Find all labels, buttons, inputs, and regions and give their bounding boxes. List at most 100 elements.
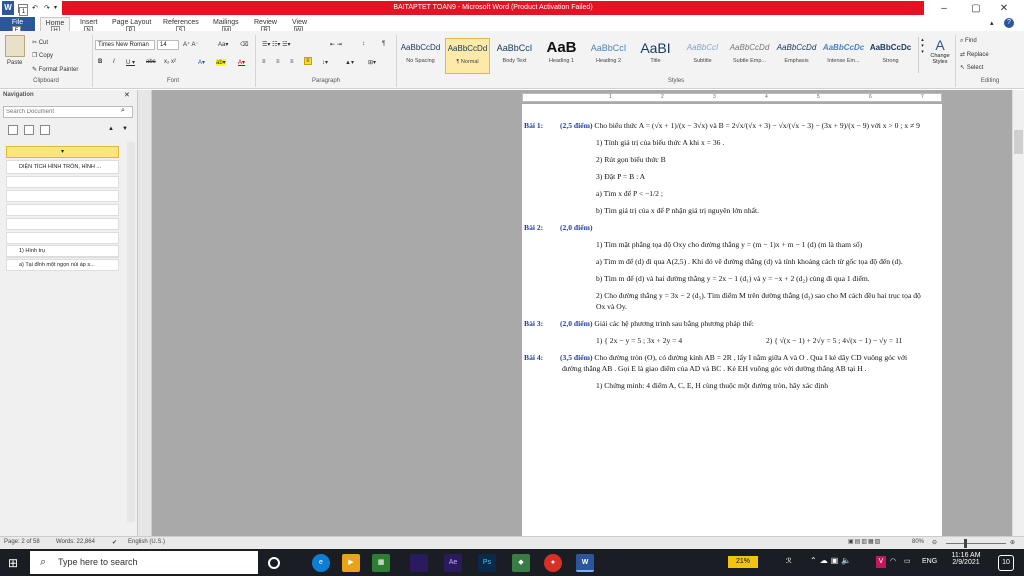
nav-item[interactable]: 1) Hình trụ xyxy=(6,245,119,257)
tab-references[interactable]: References xyxy=(163,19,199,26)
nav-item[interactable] xyxy=(6,232,119,244)
ribbon-collapse-icon[interactable]: ▴ xyxy=(990,19,994,27)
style-normal[interactable]: AaBbCcDd ¶ Normal xyxy=(445,38,490,74)
zoom-in-icon[interactable]: ⊕ xyxy=(1010,539,1015,546)
battery-indicator[interactable]: 21% xyxy=(728,556,758,568)
document-page[interactable]: Bài 1: (2,5 điểm) Cho biểu thức A = (√x +… xyxy=(522,104,942,536)
clock[interactable]: 11:16 AM 2/9/2021 xyxy=(946,552,986,566)
nav-item[interactable] xyxy=(6,176,119,188)
bullets-icon[interactable]: ☰▾ ☷▾ ☱▾ xyxy=(262,41,291,48)
zoom-level[interactable]: 80% xyxy=(912,539,924,545)
font-color-icon[interactable]: A▾ xyxy=(238,59,245,66)
align-left-icon[interactable]: ≡ xyxy=(262,59,266,65)
style-heading-1[interactable]: AaB Heading 1 xyxy=(539,38,584,74)
word-icon[interactable]: W xyxy=(576,554,594,572)
copy-button[interactable]: ❐ Copy xyxy=(32,52,53,59)
nav-item[interactable] xyxy=(6,204,119,216)
files-icon[interactable]: ▦ xyxy=(372,554,390,572)
font-name-select[interactable]: Times New Roman xyxy=(95,40,155,50)
edge-icon[interactable]: e xyxy=(312,554,330,572)
style-subtle-emphasis[interactable]: AaBbCcDd Subtle Emp... xyxy=(727,38,772,74)
premiere-icon[interactable] xyxy=(410,554,428,572)
borders-icon[interactable]: ⊞▾ xyxy=(368,59,376,66)
style-heading-2[interactable]: AaBbCcI Heading 2 xyxy=(586,38,631,74)
tab-view[interactable]: View xyxy=(292,19,307,26)
browse-results-icon[interactable] xyxy=(40,125,50,135)
tray-app-icon[interactable]: V xyxy=(876,556,886,568)
paste-button[interactable]: Paste xyxy=(7,60,22,66)
tab-review[interactable]: Review xyxy=(254,19,277,26)
style-body-text[interactable]: AaBbCcI Body Text xyxy=(492,38,537,74)
media-icon[interactable]: ▶ xyxy=(342,554,360,572)
undo-icon[interactable]: ↶ xyxy=(32,4,38,12)
style-title[interactable]: AaBI Title xyxy=(633,38,678,74)
previous-result-icon[interactable]: ▲ xyxy=(108,126,114,132)
underline-icon[interactable]: U ▾ xyxy=(126,59,135,66)
page-count[interactable]: Page: 2 of 58 xyxy=(4,539,40,545)
format-painter-button[interactable]: ✎ Format Painter xyxy=(32,66,78,73)
nav-item[interactable]: DIỆN TÍCH HÌNH TRÒN, HÌNH ... xyxy=(6,160,119,174)
taskbar-search-box[interactable]: Type here to search xyxy=(30,551,258,574)
clear-format-icon[interactable]: ⌫ xyxy=(240,41,248,48)
sort-icon[interactable]: ↕ xyxy=(362,41,365,47)
nav-item[interactable] xyxy=(6,218,119,230)
change-case-icon[interactable]: Aa▾ xyxy=(218,41,228,48)
browse-pages-icon[interactable] xyxy=(24,125,34,135)
vertical-scrollbar[interactable] xyxy=(1012,90,1024,536)
horizontal-ruler[interactable]: 1 2 3 4 5 6 7 xyxy=(522,93,942,102)
windows-start-icon[interactable]: ⊞ xyxy=(8,556,18,570)
after-effects-icon[interactable]: Ae xyxy=(444,554,462,572)
align-center-icon[interactable]: ≡ xyxy=(276,59,280,65)
language-indicator[interactable]: English (U.S.) xyxy=(128,539,165,545)
close-icon[interactable]: ✕ xyxy=(984,0,1024,17)
change-styles-button[interactable]: A Change Styles xyxy=(928,37,952,75)
scroll-thumb[interactable] xyxy=(1014,130,1023,154)
style-emphasis[interactable]: AaBbCcDd Emphasis xyxy=(774,38,819,74)
close-navigation-icon[interactable]: ✕ xyxy=(124,91,130,99)
word-count[interactable]: Words: 22,864 xyxy=(56,539,95,545)
styles-scroll-icon[interactable]: ▴ ▾ ▾ xyxy=(918,37,926,73)
nav-collapse-heading[interactable]: ▾ xyxy=(6,146,119,158)
highlight-icon[interactable]: ab▾ xyxy=(216,59,226,66)
italic-icon[interactable]: I xyxy=(113,59,115,65)
photoshop-icon[interactable]: Ps xyxy=(478,554,496,572)
indent-icon[interactable]: ⇤ ⇥ xyxy=(330,41,342,48)
cut-button[interactable]: ✂ Cut xyxy=(32,39,48,46)
customize-quick-access-icon[interactable]: ▾ xyxy=(54,4,57,11)
grow-font-icon[interactable]: A⁺ A⁻ xyxy=(183,41,199,48)
zoom-slider-thumb[interactable] xyxy=(964,539,967,548)
find-button[interactable]: ⌕ Find xyxy=(960,38,977,45)
keyboard-icon[interactable]: ▭ xyxy=(904,557,911,565)
select-button[interactable]: ↖ Select xyxy=(960,64,983,71)
people-icon[interactable]: ℛ xyxy=(786,557,792,565)
font-size-select[interactable]: 14 xyxy=(157,40,179,50)
nav-item[interactable]: a) Tại đỉnh một ngọn núi áp s... xyxy=(6,259,119,271)
nav-item[interactable] xyxy=(6,190,119,202)
justify-icon[interactable]: ≡ xyxy=(304,57,312,65)
style-subtitle[interactable]: AaBbCcI Subtitle xyxy=(680,38,725,74)
chrome-icon[interactable]: ● xyxy=(544,554,562,572)
paste-icon[interactable] xyxy=(5,35,25,57)
vertical-ruler[interactable] xyxy=(138,90,152,536)
input-language[interactable]: ENG xyxy=(922,558,937,565)
app-icon[interactable]: ◆ xyxy=(512,554,530,572)
shading-icon[interactable]: ▲▾ xyxy=(345,59,354,66)
strikethrough-icon[interactable]: abc xyxy=(146,59,156,65)
redo-icon[interactable]: ↷ xyxy=(44,4,50,12)
subscript-icon[interactable]: x₂ x² xyxy=(164,59,176,65)
style-strong[interactable]: AaBbCcDc Strong xyxy=(868,38,913,74)
text-effects-icon[interactable]: A▾ xyxy=(198,59,205,66)
replace-button[interactable]: ⇄ Replace xyxy=(960,51,989,58)
style-intense-emphasis[interactable]: AaBbCcDc Intense Em... xyxy=(821,38,866,74)
search-document-input[interactable] xyxy=(3,106,133,118)
wifi-icon[interactable]: ◠ xyxy=(890,557,896,565)
tab-insert[interactable]: Insert xyxy=(80,19,98,26)
tab-page-layout[interactable]: Page Layout xyxy=(112,19,151,26)
task-view-icon[interactable] xyxy=(268,557,280,569)
zoom-out-icon[interactable]: ⊖ xyxy=(932,539,937,546)
word-logo-icon[interactable]: W xyxy=(2,1,14,15)
view-buttons-icon[interactable]: ▣▤▥▦▧ xyxy=(848,538,881,545)
bold-icon[interactable]: B xyxy=(98,59,102,65)
system-tray-icons[interactable]: ⌃☁▣🔈 xyxy=(810,556,854,565)
help-icon[interactable]: ? xyxy=(1004,18,1014,28)
